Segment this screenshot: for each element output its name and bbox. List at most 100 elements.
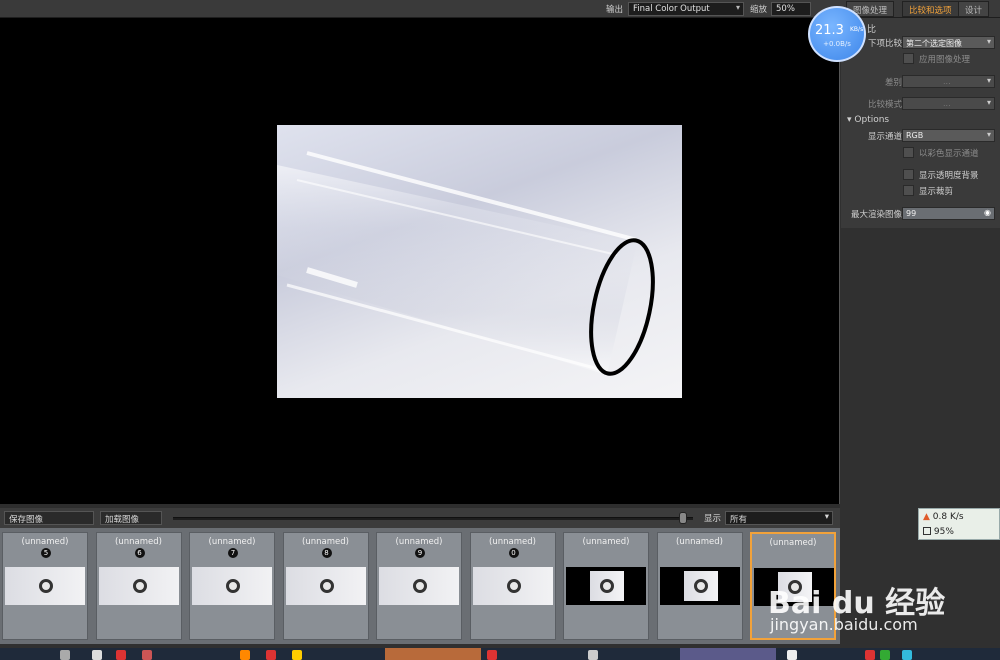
thumbnail-name: (unnamed) [489,537,536,547]
thumbnail-name: (unnamed) [208,537,256,547]
tube-ring-icon [506,579,521,593]
show-clipping-checkbox[interactable] [903,185,914,196]
show-channel-color-row: 以彩色显示通道 [841,146,1000,160]
taskbar-active-app[interactable] [680,648,776,660]
speed-secondary: +0.0B/s [823,40,851,48]
thumbnail-image [659,567,740,605]
thumbnail-item[interactable]: (unnamed) [656,532,743,640]
thumbnail-item[interactable]: (unnamed) [750,532,836,640]
taskbar-app-icon[interactable] [292,650,302,660]
thumbnail-number-badge: 7 [228,548,238,558]
slider-handle[interactable] [678,512,687,524]
taskbar-app-icon[interactable] [266,650,276,660]
taskbar-app-icon[interactable] [865,650,875,660]
channel-select[interactable]: RGB ▾ [902,129,995,142]
thumbnail-name: (unnamed) [302,537,349,547]
show-filter-value: 所有 [730,515,748,525]
thumbnail-item[interactable]: (unnamed) 9 [376,532,462,640]
output-select-value: Final Color Output [633,4,710,14]
compare-options-panel: 比 下项比较 第二个选定图像 ▾ 应用图像处理 差别 ... ▾ 比较模式 ..… [841,18,1000,228]
apply-processing-row: 应用图像处理 [841,52,1000,66]
thumbnail-name: (unnamed) [769,538,817,548]
output-select[interactable]: Final Color Output ▾ [628,2,744,16]
show-filter-select[interactable]: 所有 ▾ [725,511,833,525]
thumbnail-image [472,567,553,605]
thumbnail-item[interactable]: (unnamed) 0 [469,532,556,640]
taskbar-active-app[interactable] [385,648,481,660]
diff-row: 差别 ... ▾ [841,75,1000,89]
thumbnail-number-badge: 6 [134,548,145,558]
diff-select-value: ... [943,77,951,86]
render-frame-buffer-window: 输出 Final Color Output ▾ 缩放 50% 图像处理 比较和选… [0,0,1000,660]
thumbnail-name: (unnamed) [115,537,162,547]
thumbnail-image [98,567,179,605]
tube-ring-icon [413,579,427,593]
upload-arrow-icon: ▲ [923,512,930,522]
thumbnail-toolbar: 保存图像 加载图像 显示 所有 ▾ [0,508,840,528]
taskbar-app-icon[interactable] [240,650,250,660]
taskbar-app-icon[interactable] [142,650,152,660]
thumbnail-number-badge: 5 [41,548,51,558]
render-viewport[interactable] [0,18,840,504]
thumbnail-item[interactable]: (unnamed) 8 [282,532,369,640]
zoom-select[interactable]: 50% [771,2,811,16]
compare-mode-select-value: ... [943,99,951,108]
thumbnail-number-badge: 8 [321,548,332,558]
thumbnail-name: (unnamed) [582,537,630,547]
thumbnail-item[interactable]: (unnamed) 5 [2,532,88,640]
taskbar-app-icon[interactable] [787,650,797,660]
options-section-header[interactable]: ▾ Options [847,115,889,125]
taskbar-app-icon[interactable] [116,650,126,660]
thumbnail-name: (unnamed) [676,537,723,547]
channel-select-value: RGB [906,131,924,140]
tab-design[interactable]: 设计 [958,1,990,17]
channel-row: 显示通道 RGB ▾ [841,129,1000,143]
compare-label: 下项比较 [867,39,902,49]
taskbar-app-icon[interactable] [902,650,912,660]
thumbnail-image [566,567,646,605]
thumbnail-item[interactable]: (unnamed) 6 [95,532,182,640]
chevron-down-icon: ▾ [986,76,991,85]
show-channel-color-label: 以彩色显示通道 [919,149,979,159]
taskbar-app-icon[interactable] [487,650,497,660]
max-render-label: 最大渲染图像 [850,210,902,220]
speed-unit: KB/s [850,26,864,33]
chevron-down-icon: ▾ [824,512,829,522]
network-speed-widget[interactable]: 21.3 KB/s +0.0B/s [808,6,866,62]
taskbar-app-icon[interactable] [92,650,102,660]
show-alpha-bg-checkbox[interactable] [903,169,914,180]
thumbnail-inner-image [683,571,718,601]
load-image-button[interactable]: 加载图像 [100,511,162,525]
thumbnail-number-badge: 0 [508,548,519,558]
tube-ring-icon [693,579,708,593]
thumbnail-inner-image [590,571,624,601]
eye-icon[interactable]: ◉ [984,208,991,217]
chevron-down-icon: ▾ [986,130,991,139]
tube-ring-icon [132,579,147,593]
thumbnail-image [5,567,85,605]
upload-rate-row: ▲ 0.8 K/s [923,512,964,522]
max-render-row: 最大渲染图像 99 ◉ [841,207,1000,221]
show-channel-color-checkbox[interactable] [903,147,914,158]
thumbnail-scroll-slider[interactable] [173,517,693,520]
save-image-button[interactable]: 保存图像 [4,511,94,525]
system-monitor-widget[interactable]: ▲ 0.8 K/s 95% [918,508,1000,540]
compare-mode-select[interactable]: ... ▾ [902,97,995,110]
thumbnail-number-badge: 9 [415,548,425,558]
max-render-field[interactable]: 99 ◉ [902,207,995,220]
thumbnail-item[interactable]: (unnamed) 7 [189,532,275,640]
taskbar-app-icon[interactable] [880,650,890,660]
compare-select[interactable]: 第二个选定图像 ▾ [902,36,995,49]
show-alpha-bg-label: 显示透明度背景 [919,171,979,181]
show-label: 显示 [704,514,722,524]
tab-compare-options[interactable]: 比较和选项 [902,1,959,17]
chevron-down-icon: ▾ [735,3,740,12]
apply-processing-checkbox[interactable] [903,53,914,64]
os-taskbar [0,648,1000,660]
diff-select[interactable]: ... ▾ [902,75,995,88]
upload-rate: 0.8 K/s [932,512,964,522]
channel-label: 显示通道 [867,132,902,142]
taskbar-app-icon[interactable] [60,650,70,660]
taskbar-app-icon[interactable] [588,650,598,660]
thumbnail-item[interactable]: (unnamed) [563,532,649,640]
